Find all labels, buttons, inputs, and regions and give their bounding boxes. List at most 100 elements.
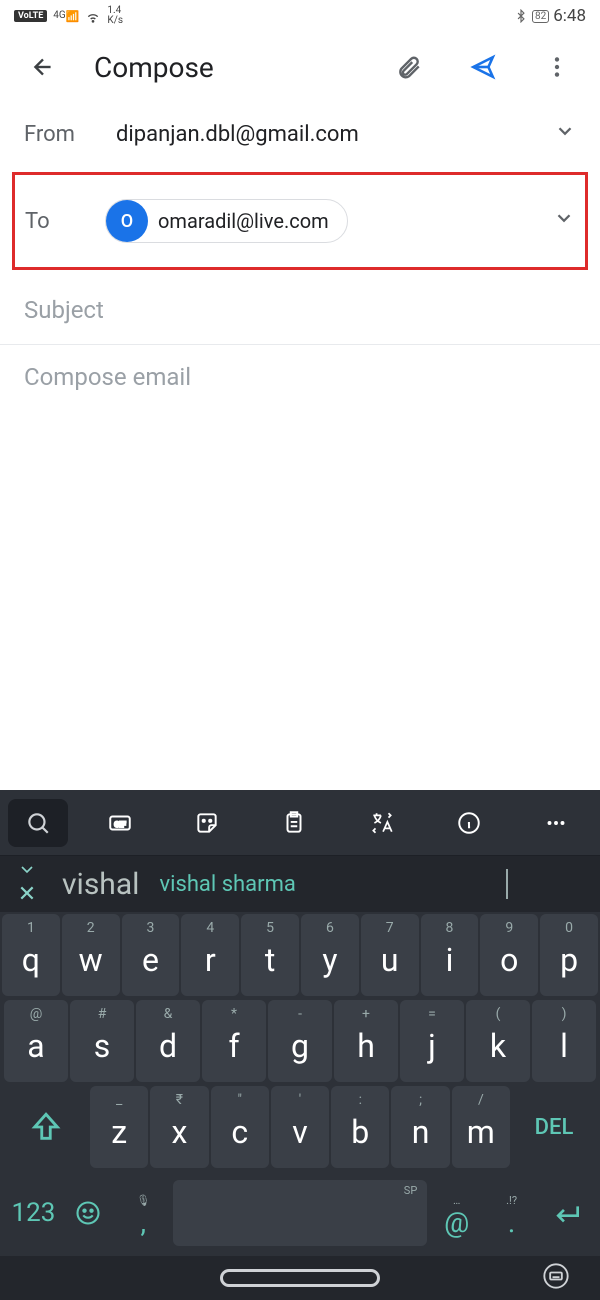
smile-icon [74,1199,102,1227]
key-h[interactable]: +h [334,1000,398,1082]
key-e[interactable]: 3e [122,914,180,996]
send-icon [470,54,496,80]
status-bar: VoLTE 4G📶 1.4K/s 82 6:48 [0,0,600,32]
key-b[interactable]: :b [331,1086,389,1168]
space-key[interactable]: SP [173,1180,428,1246]
key-x[interactable]: ₹x [150,1086,208,1168]
from-value: dipanjan.dbl@gmail.com [116,122,554,147]
suggestion-cursor [506,869,508,899]
email-body-input[interactable]: Compose email [0,345,600,409]
key-t[interactable]: 5t [241,914,299,996]
status-left: VoLTE 4G📶 1.4K/s [14,6,123,26]
emoji-key[interactable] [63,1199,114,1227]
chevron-down-icon [554,120,576,142]
network-indicator: 4G📶 [53,10,79,23]
clipboard-icon [281,810,307,836]
keyboard-translate-button[interactable] [338,810,425,836]
recipient-chip[interactable]: O omaradil@live.com [105,199,348,243]
back-button[interactable] [20,44,66,90]
key-p[interactable]: 0p [540,914,598,996]
search-icon [25,810,51,836]
comma-key[interactable]: 🎙 , [118,1188,169,1239]
more-horiz-icon [543,810,569,836]
attachment-icon [396,54,422,80]
subject-input[interactable]: Subject [0,276,600,344]
network-speed: 1.4K/s [107,6,123,26]
key-l[interactable]: )l [532,1000,596,1082]
recipient-avatar: O [106,200,148,242]
from-label: From [24,122,116,147]
space-label: SP [404,1184,417,1197]
key-q[interactable]: 1q [2,914,60,996]
key-n[interactable]: ;n [391,1086,449,1168]
key-m[interactable]: /m [452,1086,510,1168]
system-nav-bar [0,1256,600,1300]
delete-key[interactable]: DEL [512,1086,596,1168]
keyboard-row-2: @a#s&d*f-g+h=j(k)l [0,998,600,1084]
info-icon [456,810,482,836]
to-expand-button[interactable] [553,207,575,235]
from-expand-button[interactable] [554,120,576,148]
keyboard-gif-button[interactable]: GIF [76,810,163,836]
keyboard-clipboard-button[interactable] [251,810,338,836]
send-button[interactable] [460,44,506,90]
wifi-icon [85,8,101,24]
key-w[interactable]: 2w [62,914,120,996]
keyboard-row-1: 1q2w3e4r5t6y7u8i9o0p [0,912,600,998]
key-r[interactable]: 4r [181,914,239,996]
mic-hint: 🎙 [136,1194,150,1207]
more-vert-icon [544,54,570,80]
bluetooth-icon [514,9,528,23]
period-key[interactable]: .!? . [486,1188,537,1239]
chevron-down-close-icon [17,862,37,882]
key-y[interactable]: 6y [301,914,359,996]
key-f[interactable]: *f [202,1000,266,1082]
keyboard-toolbar: GIF [0,790,600,856]
clock: 6:48 [553,6,586,26]
suggestions-close-button[interactable]: ✕ [12,862,42,907]
nav-home-pill[interactable] [220,1269,380,1287]
suggestion-1[interactable]: vishal [62,867,139,902]
recipient-email: omaradil@live.com [158,209,329,233]
key-j[interactable]: =j [400,1000,464,1082]
key-d[interactable]: &d [136,1000,200,1082]
keyboard-row-4: 123 🎙 , SP … @ .!? . [0,1170,600,1256]
svg-text:GIF: GIF [114,819,126,828]
to-field[interactable]: To O omaradil@live.com [12,172,588,270]
keyboard-search-button[interactable] [8,799,68,847]
keyboard-sticker-button[interactable] [163,810,250,836]
shift-key[interactable] [4,1086,88,1168]
keyboard-info-button[interactable] [425,810,512,836]
numeric-key[interactable]: 123 [8,1198,59,1228]
arrow-left-icon [30,54,56,80]
key-g[interactable]: -g [268,1000,332,1082]
key-z[interactable]: _z [90,1086,148,1168]
key-i[interactable]: 8i [421,914,479,996]
soft-keyboard: GIF ✕ vishal vishal sharma 1q2w3e4r5t6y7… [0,790,600,1300]
key-k[interactable]: (k [466,1000,530,1082]
attach-button[interactable] [386,44,432,90]
key-o[interactable]: 9o [480,914,538,996]
enter-key[interactable] [541,1197,592,1229]
suggestion-2[interactable]: vishal sharma [159,872,295,897]
chevron-down-icon [553,207,575,229]
shift-icon [29,1110,63,1144]
keyboard-suggestions: ✕ vishal vishal sharma [0,856,600,912]
keyboard-row-3: _z₹x"c'v:b;n/m DEL [0,1084,600,1170]
keyboard-toggle-button[interactable] [542,1262,570,1294]
overflow-menu-button[interactable] [534,44,580,90]
key-a[interactable]: @a [4,1000,68,1082]
keyboard-icon [542,1262,570,1290]
key-c[interactable]: "c [211,1086,269,1168]
key-s[interactable]: #s [70,1000,134,1082]
battery-level: 82 [532,10,549,23]
translate-icon [369,810,395,836]
key-u[interactable]: 7u [361,914,419,996]
volte-badge: VoLTE [14,10,47,22]
sticker-icon [194,810,220,836]
key-v[interactable]: 'v [271,1086,329,1168]
at-key[interactable]: … @ [431,1188,482,1239]
from-field[interactable]: From dipanjan.dbl@gmail.com [0,102,600,166]
keyboard-more-button[interactable] [513,810,600,836]
enter-icon [551,1197,583,1229]
